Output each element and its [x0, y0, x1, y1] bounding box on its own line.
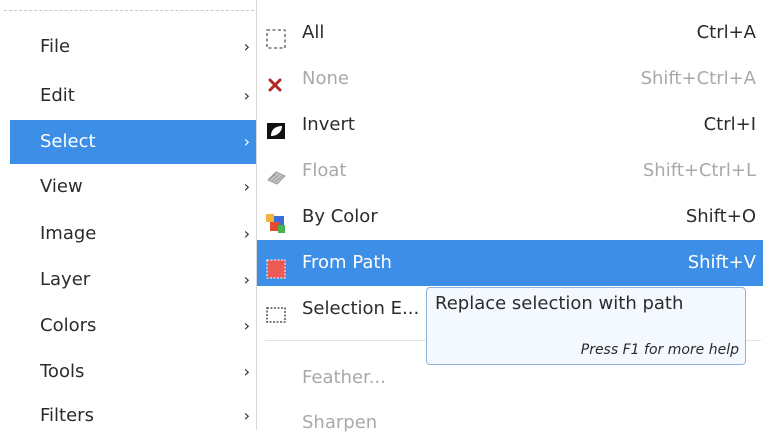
shortcut-label: Shift+Ctrl+A	[640, 68, 756, 89]
submenu-item-label: Float	[302, 160, 347, 181]
submenu-item-by-color[interactable]: By Color Shift+O	[257, 194, 763, 240]
menu-item-label: Colors	[40, 315, 97, 336]
shortcut-label: Shift+V	[687, 252, 756, 273]
submenu-item-float[interactable]: Float Shift+Ctrl+L	[257, 148, 763, 194]
select-none-icon	[265, 68, 287, 92]
menu-item-label: Tools	[40, 361, 85, 382]
chevron-right-icon: ›	[243, 406, 250, 425]
submenu-item-sharpen[interactable]: Sharpen	[257, 400, 763, 446]
shortcut-label: Ctrl+A	[696, 22, 756, 43]
submenu-item-label: From Path	[302, 252, 392, 273]
shortcut-label: Ctrl+I	[703, 114, 756, 135]
menu-item-label: Layer	[40, 269, 91, 290]
submenu-item-label: None	[302, 68, 349, 89]
menu-item-colors[interactable]: Colors ›	[10, 304, 258, 348]
invert-selection-icon	[265, 114, 287, 139]
chevron-right-icon: ›	[243, 177, 250, 196]
select-all-icon	[265, 22, 287, 49]
menu-item-file[interactable]: File ›	[10, 25, 258, 69]
menu-item-edit[interactable]: Edit ›	[10, 74, 258, 118]
menu-item-filters[interactable]: Filters ›	[10, 394, 258, 438]
main-menu: File › Edit › Select › View › Image › La…	[0, 0, 258, 430]
chevron-right-icon: ›	[243, 37, 250, 56]
shortcut-label: Shift+Ctrl+L	[642, 160, 756, 181]
submenu-item-none[interactable]: None Shift+Ctrl+A	[257, 56, 763, 102]
float-selection-icon	[265, 160, 287, 185]
selection-from-path-icon	[265, 252, 287, 279]
menu-item-label: Image	[40, 223, 97, 244]
menu-item-view[interactable]: View ›	[10, 165, 258, 209]
menu-item-label: Select	[40, 131, 96, 152]
submenu-item-label: Sharpen	[302, 412, 378, 433]
tear-off-line[interactable]	[4, 10, 254, 11]
chevron-right-icon: ›	[243, 270, 250, 289]
tooltip: Replace selection with path Press F1 for…	[426, 287, 746, 365]
submenu-item-label: Invert	[302, 114, 355, 135]
submenu-item-all[interactable]: All Ctrl+A	[257, 10, 763, 56]
menu-item-select[interactable]: Select ›	[10, 120, 258, 164]
submenu-item-label: By Color	[302, 206, 378, 227]
selection-editor-icon	[265, 298, 287, 323]
menu-item-tools[interactable]: Tools ›	[10, 350, 258, 394]
tooltip-help-text: Press F1 for more help	[580, 342, 739, 358]
submenu-item-invert[interactable]: Invert Ctrl+I	[257, 102, 763, 148]
menu-item-label: File	[40, 36, 71, 57]
chevron-right-icon: ›	[243, 224, 250, 243]
menu-item-image[interactable]: Image ›	[10, 212, 258, 256]
chevron-right-icon: ›	[243, 316, 250, 335]
menu-item-label: Edit	[40, 85, 75, 106]
shortcut-label: Shift+O	[685, 206, 756, 227]
chevron-right-icon: ›	[243, 86, 250, 105]
menu-item-layer[interactable]: Layer ›	[10, 258, 258, 302]
submenu-item-label: Feather...	[302, 367, 386, 388]
menu-item-label: View	[40, 176, 83, 197]
chevron-right-icon: ›	[243, 362, 250, 381]
chevron-right-icon: ›	[243, 132, 250, 151]
submenu-item-label: Selection E...	[302, 298, 420, 319]
select-by-color-icon	[265, 206, 287, 233]
tooltip-text: Replace selection with path	[435, 293, 684, 314]
menu-item-label: Filters	[40, 405, 94, 426]
select-submenu: All Ctrl+A None Shift+Ctrl+A Invert Ctrl…	[256, 0, 763, 433]
submenu-item-label: All	[302, 22, 325, 43]
submenu-item-from-path[interactable]: From Path Shift+V	[257, 240, 763, 286]
